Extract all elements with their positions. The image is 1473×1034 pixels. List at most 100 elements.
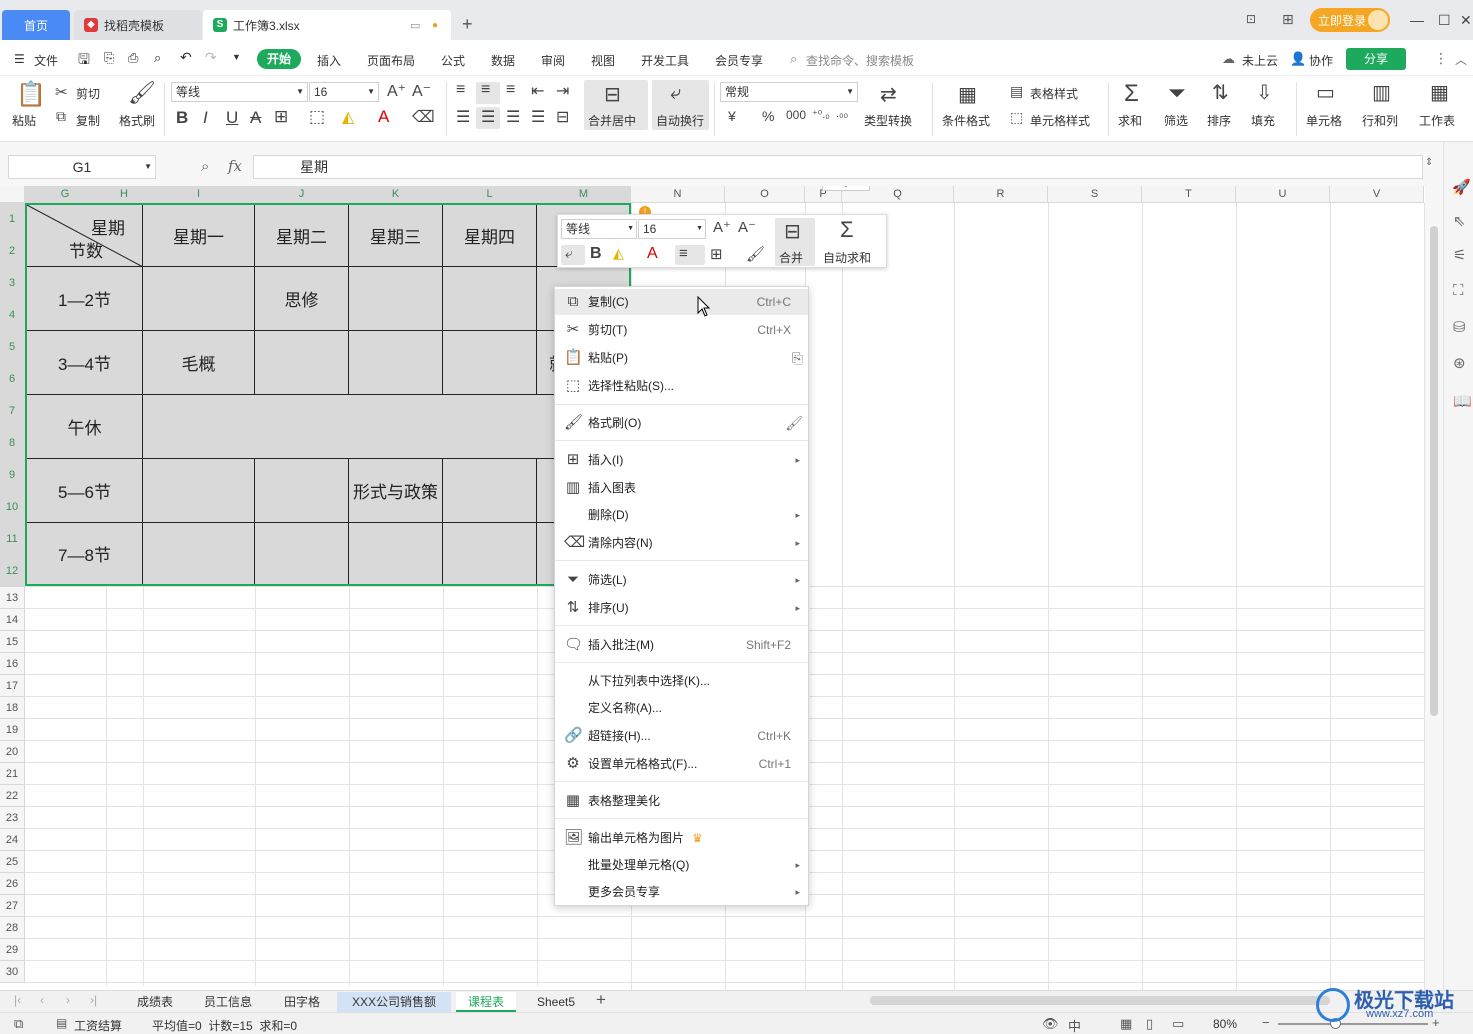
percent-icon[interactable]: % xyxy=(762,108,774,124)
menu-member[interactable]: 会员专享 xyxy=(715,52,763,69)
menu-insert[interactable]: 插入 xyxy=(317,52,341,69)
align-center-icon[interactable]: ≡ xyxy=(679,245,688,262)
schedule-cell[interactable] xyxy=(255,523,349,584)
sheet-tab[interactable]: XXX公司销售额 xyxy=(337,992,451,1012)
format-painter-icon[interactable]: 🖌 xyxy=(128,80,156,106)
row-header[interactable]: 21 xyxy=(0,763,25,785)
share-button[interactable]: 分享 xyxy=(1346,48,1406,70)
sum-button[interactable]: 求和 xyxy=(1118,112,1142,129)
fill-button[interactable]: 填充 xyxy=(1251,112,1275,129)
align-top-icon[interactable]: ≡ xyxy=(456,81,465,99)
format-painter-button[interactable]: 格式刷 xyxy=(119,112,155,129)
eraser-icon[interactable]: ⌫ xyxy=(412,107,435,127)
row-header[interactable]: 15 xyxy=(0,631,25,653)
ctx-delete[interactable]: 删除(D) ▸ xyxy=(555,502,808,528)
schedule-cell[interactable] xyxy=(349,331,443,395)
ctx-beautify[interactable]: ▦ 表格整理美化 xyxy=(555,788,808,814)
schedule-table[interactable]: 星期 节数 星期一 星期二 星期三 星期四 1—2节 思修 3—4节 毛概 就 … xyxy=(25,203,631,586)
align-left-icon[interactable]: ☰ xyxy=(456,107,470,127)
fill-color-icon[interactable]: ◭ xyxy=(342,107,354,127)
period-1-2[interactable]: 1—2节 xyxy=(27,267,143,331)
save-icon[interactable]: 🖫 xyxy=(78,49,90,73)
collab-button[interactable]: 协作 xyxy=(1309,52,1333,69)
row-header[interactable]: 18 xyxy=(0,697,25,719)
cell-button[interactable]: 单元格 xyxy=(1306,112,1342,129)
conditional-format-button[interactable]: 条件格式 xyxy=(942,112,990,129)
schedule-cell[interactable] xyxy=(443,331,537,395)
row-header[interactable]: 6 xyxy=(0,363,25,395)
row-header[interactable]: 8 xyxy=(0,427,25,459)
minimize-icon[interactable]: — xyxy=(1410,12,1424,28)
ctx-clear[interactable]: ⌫ 清除内容(N) ▸ xyxy=(555,530,808,556)
schedule-cell[interactable] xyxy=(143,267,255,331)
filter-icon[interactable]: ⏷ xyxy=(1168,80,1186,106)
schedule-cell[interactable] xyxy=(349,267,443,331)
col-header[interactable]: K xyxy=(349,186,443,203)
decrease-font-icon[interactable]: A⁻ xyxy=(738,218,756,236)
name-box[interactable]: G1 ▼ xyxy=(8,155,156,179)
col-header[interactable]: O xyxy=(725,186,805,203)
page-break-icon[interactable]: ▭ xyxy=(1172,1016,1184,1032)
sheet-tab[interactable]: 成绩表 xyxy=(124,992,186,1012)
zoom-formula-icon[interactable]: ⌕ xyxy=(201,158,209,175)
ctx-export-image[interactable]: 🖼 输出单元格为图片 ♛ xyxy=(555,825,808,851)
type-convert-icon[interactable]: ⇄ xyxy=(880,82,897,107)
redo-icon[interactable]: ↷ xyxy=(205,49,217,66)
sort-icon[interactable]: ⇅ xyxy=(1212,80,1229,105)
macro-label[interactable]: 工资结算 xyxy=(74,1017,122,1034)
row-header[interactable]: 29 xyxy=(0,939,25,961)
ctx-cut[interactable]: ✂ 剪切(T) Ctrl+X xyxy=(555,317,808,343)
ctx-define-name[interactable]: 定义名称(A)... xyxy=(555,695,808,721)
fill-pattern-icon[interactable]: ⬚ xyxy=(309,107,325,127)
course-cell[interactable]: 形式与政策 xyxy=(349,459,443,523)
row-header[interactable]: 3 xyxy=(0,267,25,299)
merge-center-button[interactable]: 合并居中 xyxy=(588,112,636,129)
paste-icon[interactable]: 📋 xyxy=(16,80,46,109)
bold-icon[interactable]: B xyxy=(590,245,602,263)
col-header[interactable]: H xyxy=(106,186,143,203)
col-header[interactable]: N xyxy=(631,186,725,203)
border-icon[interactable]: ⊞ xyxy=(274,107,288,127)
backup-icon[interactable]: ⛁ xyxy=(1453,318,1466,336)
eye-protect-icon[interactable]: 👁 xyxy=(1042,1016,1059,1032)
hamburger-icon[interactable]: ☰ xyxy=(14,52,25,66)
col-header[interactable]: S xyxy=(1048,186,1142,203)
menu-start[interactable]: 开始 xyxy=(257,49,301,69)
first-sheet-icon[interactable]: |‹ xyxy=(14,993,21,1007)
print-preview-icon[interactable]: ⌕ xyxy=(154,50,161,66)
increase-font-icon[interactable]: A⁺ xyxy=(387,81,406,101)
menu-page-layout[interactable]: 页面布局 xyxy=(367,52,415,69)
row-header[interactable]: 7 xyxy=(0,395,25,427)
row-header[interactable]: 25 xyxy=(0,851,25,873)
increase-decimal-icon[interactable]: ⁺⁰.₀ xyxy=(812,108,830,121)
row-header[interactable]: 5 xyxy=(0,331,25,363)
crop-icon[interactable]: ⛶ xyxy=(1453,282,1464,299)
ctx-format-painter[interactable]: 🖌 格式刷(O) 🖌 xyxy=(555,410,808,436)
thousands-icon[interactable]: 000 xyxy=(786,108,806,122)
row-header[interactable]: 9 xyxy=(0,459,25,491)
print-icon[interactable]: ⎙ xyxy=(128,50,138,66)
fx-icon[interactable]: fx xyxy=(228,157,242,175)
close-icon[interactable]: ✕ xyxy=(1460,12,1472,29)
sheet-tab[interactable]: 田字格 xyxy=(270,992,334,1012)
increase-font-icon[interactable]: A⁺ xyxy=(713,218,731,236)
row-header[interactable]: 30 xyxy=(0,961,25,983)
sheet-tab[interactable]: Sheet5 xyxy=(524,992,588,1012)
worksheet-button[interactable]: 工作表 xyxy=(1419,112,1455,129)
page-view-icon[interactable]: ▯ xyxy=(1146,1016,1153,1032)
col-header[interactable]: L xyxy=(443,186,537,203)
format-painter-pin-icon[interactable]: 🖌 xyxy=(785,410,803,436)
day-header-thu[interactable]: 星期四 xyxy=(443,205,537,267)
cell-icon[interactable]: ▭ xyxy=(1316,80,1335,105)
row-header[interactable]: 11 xyxy=(0,523,25,555)
font-select[interactable]: 等线 ▼ xyxy=(171,82,308,102)
chevron-down-icon[interactable]: ⌄ xyxy=(822,186,870,191)
sum-icon[interactable]: Σ xyxy=(1124,80,1139,108)
collapse-ribbon-icon[interactable]: ︿ xyxy=(1455,51,1467,68)
compass-icon[interactable]: ⊛ xyxy=(1453,354,1466,372)
period-7-8[interactable]: 7—8节 xyxy=(27,523,143,584)
tab-template[interactable]: ◆ 找稻壳模板 xyxy=(74,10,202,40)
wrap-text-icon[interactable]: ⤶ xyxy=(670,82,681,105)
ctx-insert-comment[interactable]: 🗨 插入批注(M) Shift+F2 xyxy=(555,632,808,658)
formula-input[interactable]: 星期 xyxy=(253,155,1423,179)
